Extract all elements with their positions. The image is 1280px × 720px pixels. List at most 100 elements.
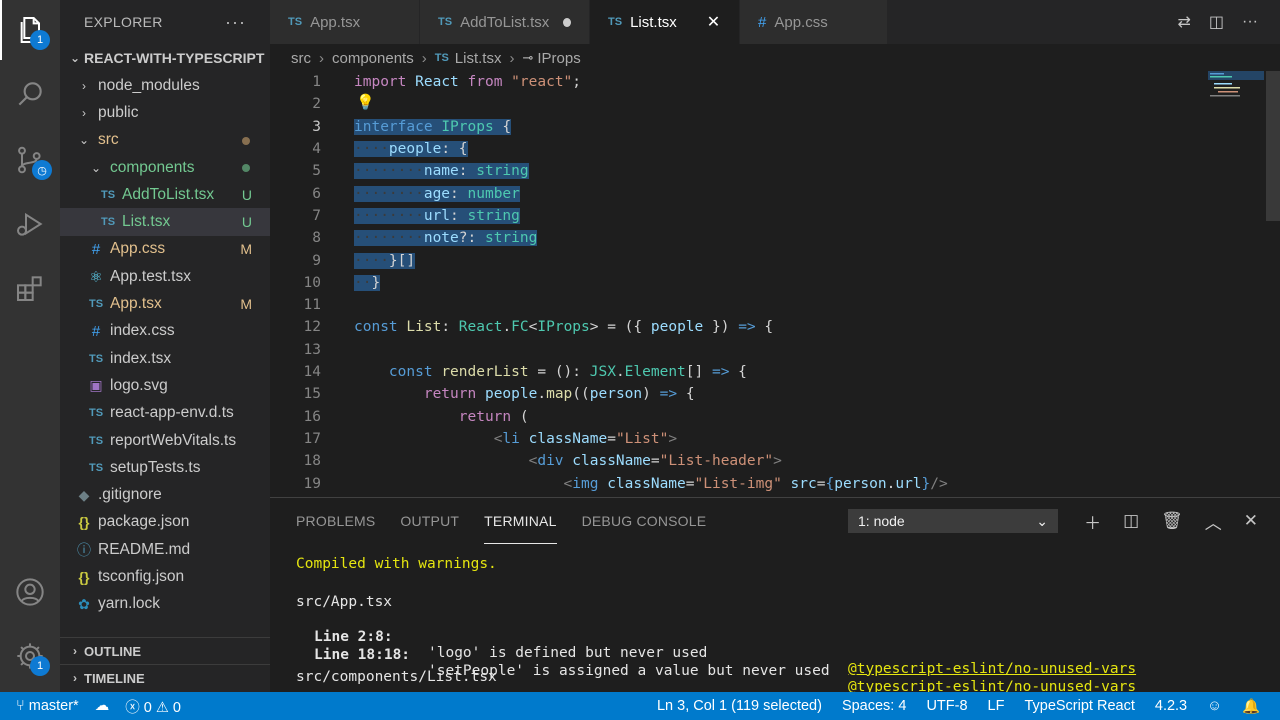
project-name: REACT-WITH-TYPESCRIPT xyxy=(84,50,265,66)
tree-item[interactable]: › public xyxy=(60,99,270,126)
tree-item[interactable]: TS List.tsx U xyxy=(60,208,270,236)
account-icon xyxy=(16,578,44,606)
tree-item[interactable]: # index.css xyxy=(60,318,270,345)
timeline-section[interactable]: › TIMELINE xyxy=(60,664,270,691)
sync-icon[interactable]: ☁ xyxy=(95,698,110,714)
branch-status[interactable]: ⑂ master* xyxy=(16,698,79,714)
source-control-activity-button[interactable]: ◷ xyxy=(0,130,60,190)
breadcrumb-components[interactable]: components xyxy=(332,50,414,67)
tree-item[interactable]: TS AddToList.tsx U xyxy=(60,181,270,208)
tree-item[interactable]: TS setupTests.ts xyxy=(60,454,270,481)
terminal-line: src/components/List.tsx xyxy=(296,669,497,685)
encoding[interactable]: UTF-8 xyxy=(926,698,967,714)
extensions-activity-button[interactable] xyxy=(0,258,60,318)
split-editor-icon[interactable]: ◫ xyxy=(1209,12,1224,32)
chevron-right-icon: › xyxy=(73,644,77,658)
tree-item-label: README.md xyxy=(98,540,191,558)
typescript-version[interactable]: 4.2.3 xyxy=(1155,698,1187,714)
git-status-dot xyxy=(242,136,250,145)
tree-item[interactable]: TS reportWebVitals.ts xyxy=(60,427,270,454)
end-of-line[interactable]: LF xyxy=(988,698,1005,714)
notifications-bell-icon[interactable]: 🔔 xyxy=(1242,698,1260,715)
tree-item[interactable]: TS App.tsx M xyxy=(60,290,270,317)
typescript-icon: TS xyxy=(100,216,116,229)
tree-item[interactable]: ✿ yarn.lock xyxy=(60,591,270,618)
editor-scrollbar[interactable] xyxy=(1266,71,1280,221)
run-debug-activity-button[interactable] xyxy=(0,194,60,254)
tree-item[interactable]: ▣ logo.svg xyxy=(60,372,270,399)
split-terminal-icon[interactable]: ◫ xyxy=(1123,511,1139,531)
language-mode[interactable]: TypeScript React xyxy=(1024,698,1134,714)
open-changes-icon[interactable]: ⇄ xyxy=(1177,12,1190,32)
more-actions-icon[interactable]: ··· xyxy=(225,12,246,33)
breadcrumb-src[interactable]: src xyxy=(291,50,311,67)
breadcrumb-file[interactable]: List.tsx xyxy=(455,50,502,67)
manage-activity-button[interactable]: 1 xyxy=(0,626,60,686)
feedback-icon[interactable]: ☺ xyxy=(1207,698,1222,714)
tree-item[interactable]: {} package.json xyxy=(60,509,270,536)
cursor-position[interactable]: Ln 3, Col 1 (119 selected) xyxy=(657,698,822,714)
tab-problems[interactable]: PROBLEMS xyxy=(296,498,375,544)
code-line: 11 xyxy=(270,294,1280,316)
new-terminal-icon[interactable]: ＋ xyxy=(1084,509,1101,534)
tree-item[interactable]: ◆ .gitignore xyxy=(60,481,270,508)
line-number: 9 xyxy=(312,252,321,269)
tree-item[interactable]: TS react-app-env.d.ts xyxy=(60,400,270,427)
svg-icon: ▣ xyxy=(89,377,103,394)
tree-item[interactable]: {} tsconfig.json xyxy=(60,563,270,590)
breadcrumb-symbol[interactable]: IProps xyxy=(537,50,580,67)
tree-item[interactable]: ⌄ src xyxy=(60,127,270,154)
git-status-badge: M xyxy=(240,241,252,258)
search-activity-button[interactable] xyxy=(0,64,60,124)
problems-status[interactable]: ⓧ 0 ⚠ 0 xyxy=(125,696,181,717)
explorer-activity-button[interactable]: 1 xyxy=(0,0,60,60)
tab-debug-console[interactable]: DEBUG CONSOLE xyxy=(582,498,707,544)
panel-actions: ＋ ◫ 🗑 ︿ ✕ xyxy=(1084,498,1258,544)
tab-output[interactable]: OUTPUT xyxy=(400,498,459,544)
accounts-activity-button[interactable] xyxy=(0,562,60,622)
code-line: 7 ········url: string xyxy=(270,205,1280,227)
close-panel-icon[interactable]: ✕ xyxy=(1244,511,1258,531)
tree-item-label: index.css xyxy=(110,322,175,340)
terminal-select[interactable]: 1: node ⌄ xyxy=(848,509,1058,533)
warning-rule-link[interactable]: @typescript-eslint/no-unused-vars xyxy=(848,661,1136,677)
chevron-down-icon: ⌄ xyxy=(69,51,81,65)
tree-item[interactable]: ⚛ App.test.tsx xyxy=(60,263,270,290)
tab-app-tsx[interactable]: TS App.tsx xyxy=(270,0,420,44)
chevron-right-icon: › xyxy=(319,49,324,67)
breadcrumb: src › components › TS List.tsx › ⊸ IProp… xyxy=(270,44,1280,72)
line-number: 8 xyxy=(312,230,321,247)
typescript-icon: TS xyxy=(100,188,116,201)
warning-message: 'logo' is defined but never used xyxy=(428,644,708,661)
tab-list-tsx[interactable]: TS List.tsx ✕ xyxy=(590,0,740,44)
typescript-icon: TS xyxy=(434,52,449,64)
branch-name: master* xyxy=(28,698,79,714)
tree-item[interactable]: ⌄ components xyxy=(60,154,270,181)
tree-item[interactable]: ⓘ README.md xyxy=(60,536,270,563)
explorer-badge: 1 xyxy=(30,30,50,50)
git-status-badge: M xyxy=(240,296,252,313)
tree-item[interactable]: TS index.tsx xyxy=(60,345,270,372)
trash-icon[interactable]: 🗑 xyxy=(1161,511,1183,531)
tree-item[interactable]: # App.css M xyxy=(60,236,270,263)
close-icon[interactable]: ✕ xyxy=(707,12,720,32)
code-editor[interactable]: 1 import React from "react"; 2 3 interface… xyxy=(270,71,1280,497)
typescript-icon: TS xyxy=(88,352,104,365)
project-root[interactable]: ⌄ REACT-WITH-TYPESCRIPT xyxy=(60,44,270,72)
lightbulb-icon[interactable]: 💡 xyxy=(356,93,375,111)
code-line: 1 import React from "react"; xyxy=(270,71,1280,93)
minimap[interactable] xyxy=(1208,71,1264,111)
outline-section[interactable]: › OUTLINE xyxy=(60,637,270,664)
more-actions-icon[interactable]: ··· xyxy=(1242,13,1258,31)
indentation[interactable]: Spaces: 4 xyxy=(842,698,907,714)
tab-app-css[interactable]: # App.css xyxy=(740,0,888,44)
code-line: 19 <img className="List-img" src={person… xyxy=(270,472,1280,494)
react-icon: ⚛ xyxy=(89,268,103,286)
tab-addtolist-tsx[interactable]: TS AddToList.tsx xyxy=(420,0,590,44)
tab-terminal[interactable]: TERMINAL xyxy=(484,498,557,544)
code-line: 2 xyxy=(270,93,1280,115)
unsaved-dot-icon[interactable] xyxy=(563,17,571,27)
tree-item[interactable]: › node_modules xyxy=(60,72,270,99)
maximize-panel-icon[interactable]: ︿ xyxy=(1205,509,1222,534)
source-control-clock-badge: ◷ xyxy=(32,160,52,180)
